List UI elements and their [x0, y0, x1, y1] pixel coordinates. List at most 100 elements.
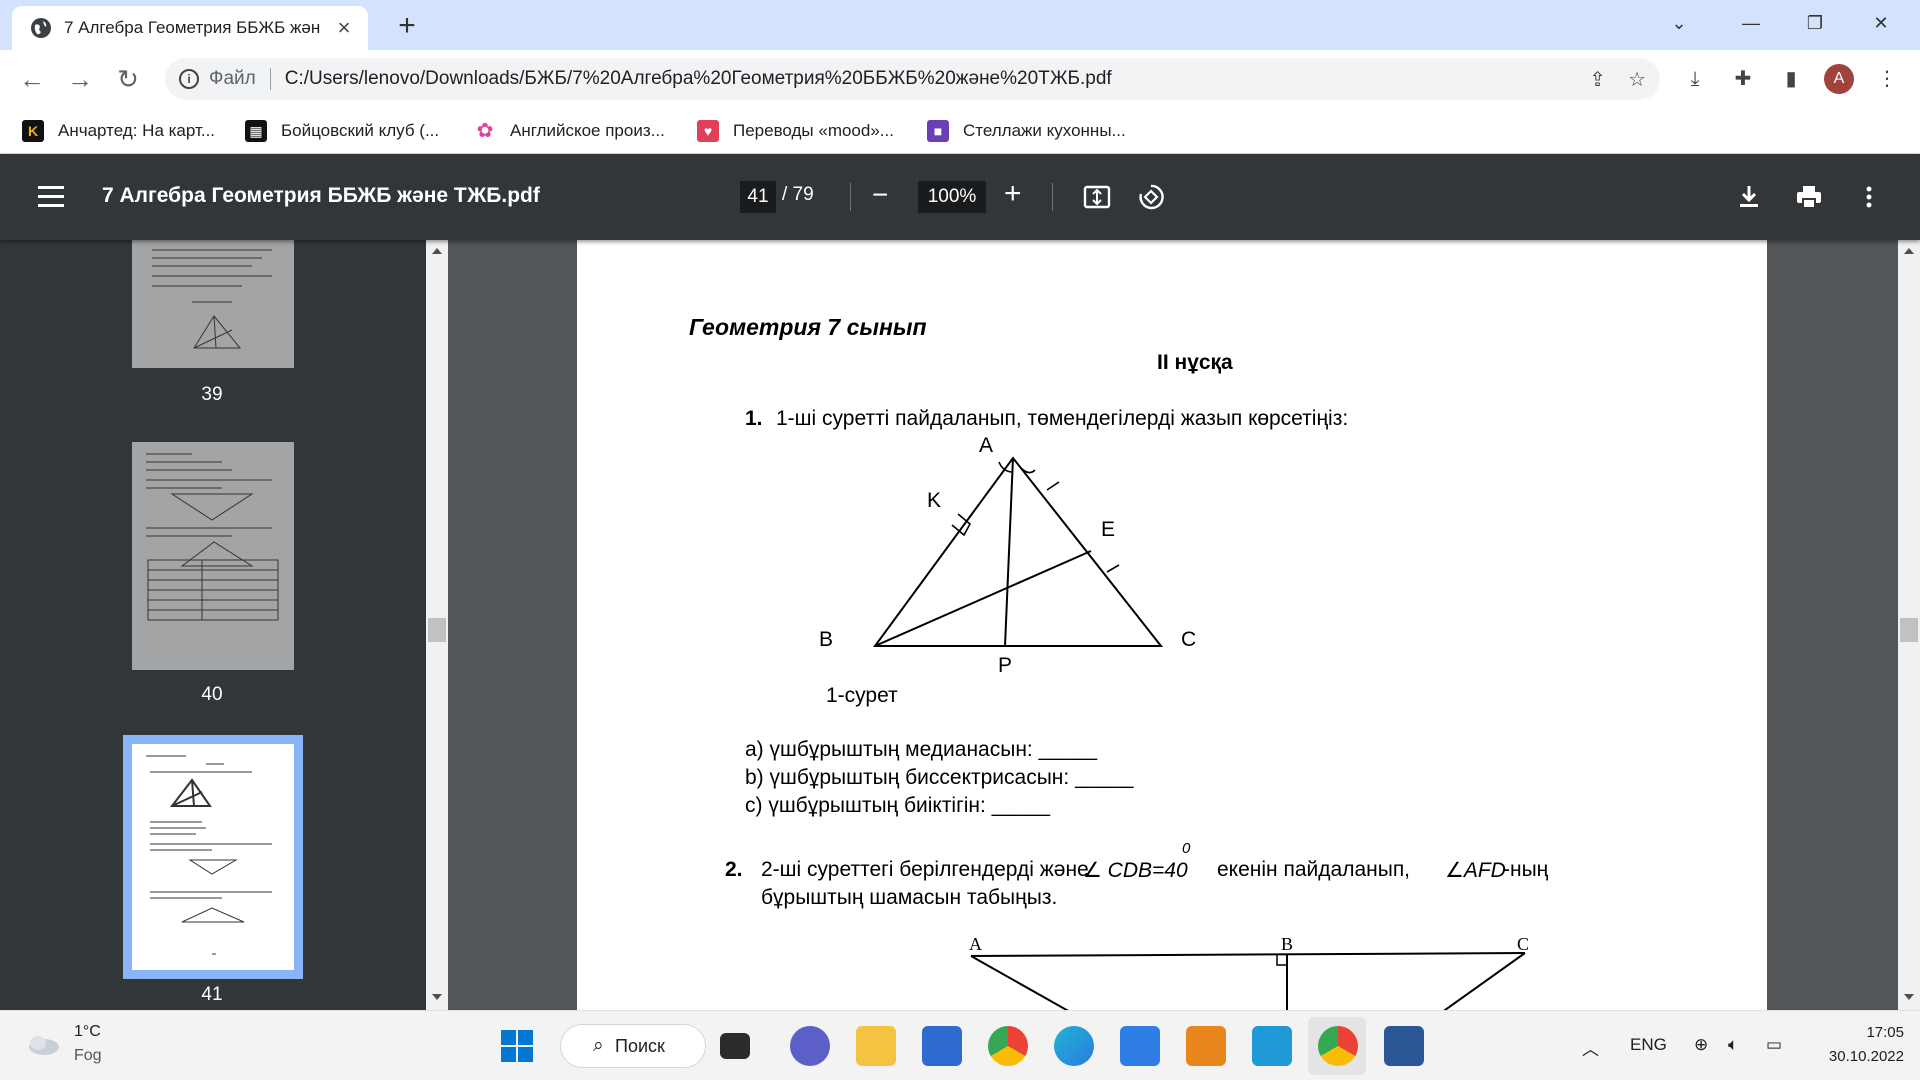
mail-icon[interactable] — [1120, 1026, 1160, 1066]
pdf-toolbar: 7 Алгебра Геометрия ББЖБ және ТЖБ.pdf 41… — [0, 154, 1920, 240]
network-icon[interactable]: ⊕ — [1694, 1035, 1708, 1055]
bookmark-label: Переводы «mood»... — [733, 121, 894, 140]
minimize-button[interactable]: — — [1728, 8, 1774, 38]
page-thumbnail-current[interactable] — [132, 744, 294, 970]
store-icon[interactable] — [922, 1026, 962, 1066]
info-icon[interactable]: i — [179, 69, 199, 89]
weather-description: Fog — [74, 1047, 102, 1064]
bookmark-red-icon: ♥ — [697, 120, 719, 142]
bookmark-item[interactable]: K Анчартед: На карт... — [22, 114, 215, 148]
figure-2-diagram — [970, 952, 1526, 1010]
thumbnail-preview — [146, 453, 279, 621]
battery-icon[interactable]: ▭ — [1766, 1035, 1782, 1055]
bookmark-item[interactable]: ■ Стеллажи кухонны... — [927, 114, 1126, 148]
page-number-input[interactable]: 41 — [740, 181, 776, 213]
download-icon[interactable]: ⤓ — [1680, 64, 1710, 94]
figure2-label-a: A — [969, 934, 982, 954]
film-icon: ▦ — [245, 120, 267, 142]
chrome-icon[interactable] — [988, 1026, 1028, 1066]
figure2-label-c: C — [1517, 934, 1530, 954]
new-tab-button[interactable]: + — [390, 10, 424, 44]
zoom-out-button[interactable]: − — [872, 180, 888, 210]
chat-icon[interactable] — [790, 1026, 830, 1066]
reload-button[interactable]: ↻ — [112, 63, 144, 95]
bookmarks-bar: K Анчартед: На карт... ▦ Бойцовский клуб… — [0, 108, 1920, 154]
share-icon[interactable]: ⇪ — [1589, 67, 1606, 92]
windows-start-icon[interactable] — [500, 1029, 534, 1063]
fit-page-icon[interactable] — [1082, 182, 1112, 212]
pdf-page: Геометрия 7 сынып II нұсқа 1. 1-ші сурет… — [577, 240, 1767, 1010]
chevron-up-icon[interactable]: ︿ — [1582, 1035, 1599, 1060]
forward-button[interactable]: → — [64, 63, 96, 95]
profile-avatar[interactable]: A — [1824, 64, 1854, 94]
edge-icon[interactable] — [1054, 1026, 1094, 1066]
pdf-title: 7 Алгебра Геометрия ББЖБ және ТЖБ.pdf — [102, 184, 540, 207]
star-icon[interactable]: ☆ — [1628, 67, 1646, 92]
thumbnail-page-label: 39 — [201, 384, 223, 405]
back-button[interactable]: ← — [16, 63, 48, 95]
divider — [1052, 183, 1053, 211]
clock-time[interactable]: 17:05 — [1856, 1024, 1904, 1041]
browser-tab[interactable]: 7 Алгебра Геометрия ББЖБ жән × — [12, 6, 368, 50]
pinwheel-icon: ✿ — [476, 120, 494, 142]
thumbnail-preview — [146, 755, 272, 955]
url-scheme-label: Файл — [209, 68, 256, 89]
bookmark-item[interactable]: ♥ Переводы «mood»... — [697, 114, 894, 148]
taskbar-search[interactable]: ⌕ Поиск — [560, 1024, 706, 1068]
divider — [850, 183, 851, 211]
thumbnail-page-label: 41 — [201, 984, 223, 1005]
tab-title: 7 Алгебра Геометрия ББЖБ жән — [64, 18, 321, 37]
zoom-input[interactable]: 100% — [918, 181, 986, 213]
page-thumbnail[interactable] — [132, 240, 294, 368]
scroll-down-icon[interactable] — [432, 994, 442, 1000]
bookmark-label: Английское произ... — [510, 121, 665, 140]
restore-button[interactable]: ❐ — [1792, 8, 1838, 38]
search-icon: ⌕ — [593, 1035, 604, 1056]
print-icon[interactable] — [1794, 182, 1824, 212]
clock-date[interactable]: 30.10.2022 — [1816, 1048, 1904, 1065]
thumbnail-sidebar: 39 40 41 — [0, 240, 430, 1010]
figure2-label-b: B — [1281, 934, 1294, 954]
viewer-scroll-thumb[interactable] — [1900, 618, 1918, 642]
chrome-profile-icon[interactable] — [1318, 1026, 1358, 1066]
bookmark-item[interactable]: ✿ Английское произ... — [474, 114, 665, 148]
page-thumbnail[interactable] — [132, 442, 294, 670]
bookmark-item[interactable]: ▦ Бойцовский клуб (... — [245, 114, 439, 148]
app-icon[interactable] — [1186, 1026, 1226, 1066]
scroll-down-icon[interactable] — [1904, 994, 1914, 1000]
side-panel-icon[interactable]: ▮ — [1776, 64, 1806, 94]
scroll-up-icon[interactable] — [1904, 248, 1914, 254]
close-window-button[interactable]: ✕ — [1858, 8, 1904, 38]
weather-temperature: 1°C — [74, 1023, 101, 1040]
close-tab-icon[interactable]: × — [330, 14, 358, 42]
rotate-icon[interactable] — [1136, 182, 1166, 212]
taskbar: 1°C Fog ⌕ Поиск ︿ ENG ⊕ 🔈︎ ▭ 17:05 30.10… — [0, 1010, 1920, 1080]
word-icon[interactable] — [1384, 1026, 1424, 1066]
more-options-icon[interactable] — [1854, 182, 1884, 212]
menu-dots-icon[interactable]: ⋮ — [1872, 64, 1902, 94]
extensions-icon[interactable]: ✚ — [1728, 64, 1758, 94]
scroll-up-icon[interactable] — [432, 248, 442, 254]
page-total: / 79 — [782, 184, 814, 205]
menu-icon[interactable] — [38, 186, 64, 208]
url-separator — [269, 68, 271, 90]
thumbnail-page-label: 40 — [201, 684, 223, 705]
language-indicator[interactable]: ENG — [1630, 1035, 1667, 1055]
tab-strip: 7 Алгебра Геометрия ББЖБ жән × + ⌄ — ❐ ✕ — [0, 0, 1920, 50]
task-view-icon[interactable] — [720, 1033, 750, 1059]
square-purple-icon: ■ — [927, 120, 949, 142]
bookmark-label: Стеллажи кухонны... — [963, 121, 1126, 140]
zoom-in-button[interactable]: + — [1004, 178, 1022, 210]
l-app-icon[interactable] — [1252, 1026, 1292, 1066]
download-icon[interactable] — [1734, 182, 1764, 212]
file-explorer-icon[interactable] — [856, 1026, 896, 1066]
tab-search-icon[interactable]: ⌄ — [1656, 8, 1702, 38]
fog-weather-icon[interactable] — [26, 1031, 62, 1061]
address-bar[interactable]: i Файл C:/Users/lenovo/Downloads/БЖБ/7%2… — [165, 58, 1660, 100]
url-text[interactable]: C:/Users/lenovo/Downloads/БЖБ/7%20Алгебр… — [285, 68, 1568, 90]
pdf-viewer: Геометрия 7 сынып II нұсқа 1. 1-ші сурет… — [448, 240, 1898, 1010]
sidebar-scroll-thumb[interactable] — [428, 618, 446, 642]
volume-icon[interactable]: 🔈︎ — [1728, 1035, 1738, 1055]
search-label: Поиск — [615, 1035, 665, 1056]
browser-toolbar: ← → ↻ i Файл C:/Users/lenovo/Downloads/Б… — [0, 50, 1920, 108]
